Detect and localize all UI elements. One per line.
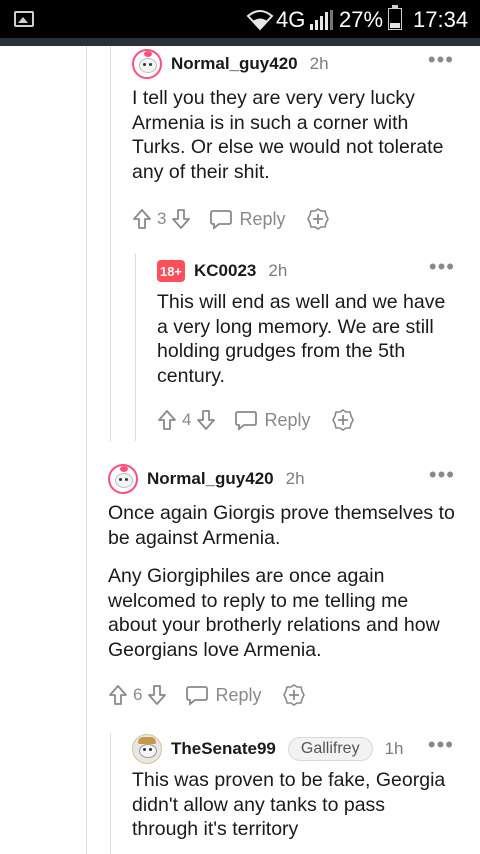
reply-label: Reply (215, 684, 262, 705)
more-options-icon[interactable]: ••• (428, 49, 454, 71)
comment-actions: 4 Reply (157, 405, 455, 435)
toolbar-edge (0, 38, 480, 46)
network-type: 4G (276, 7, 306, 32)
comment: Normal_guy420 2h ••• Once again Giorgis … (108, 463, 455, 710)
comment-body: This was proven to be fake, Georgia didn… (132, 768, 454, 842)
battery-icon (388, 5, 402, 30)
comment-header: Normal_guy420 2h ••• (132, 48, 454, 80)
username[interactable]: Normal_guy420 (147, 469, 274, 489)
user-avatar[interactable] (108, 464, 138, 494)
comment-text: This will end as well and we have a very… (157, 291, 446, 387)
reply-bubble-icon (186, 686, 209, 706)
reply-button[interactable]: Reply (185, 684, 262, 706)
comment: 18+ KC0023 2h ••• This will end as well … (157, 255, 455, 435)
comment-text: Any Giorgiphiles are once again welcomed… (108, 565, 440, 661)
upvote-arrow-icon[interactable] (132, 208, 152, 230)
user-flair: Gallifrey (287, 737, 373, 761)
status-bar: 4G 27% 17:34 (0, 0, 480, 38)
downvote-arrow-icon[interactable] (171, 208, 191, 230)
reply-label: Reply (264, 409, 311, 430)
vote-count: 3 (157, 209, 167, 228)
comment-header: Normal_guy420 2h ••• (108, 463, 455, 495)
thread-line (110, 46, 111, 441)
comment-header: TheSenate99 Gallifrey 1h ••• (132, 733, 454, 765)
comment-time: 2h (309, 54, 329, 73)
comment: Normal_guy420 2h ••• I tell you they are… (132, 48, 454, 234)
comment-header: 18+ KC0023 2h ••• (157, 255, 455, 287)
username[interactable]: Normal_guy420 (171, 54, 298, 74)
comment-actions: 6 Reply (108, 680, 455, 710)
comment-time: 2h (268, 261, 288, 280)
award-plus-icon[interactable] (306, 207, 330, 231)
reply-label: Reply (239, 208, 286, 229)
battery-percent: 27% (339, 7, 384, 32)
gallery-notification-icon (14, 11, 34, 27)
thread-line (86, 46, 87, 854)
thread-line (135, 254, 136, 441)
comment-text: I tell you they are very very lucky Arme… (132, 87, 444, 183)
signal-strength-icon (310, 10, 333, 30)
reply-bubble-icon (210, 210, 233, 230)
more-options-icon[interactable]: ••• (429, 256, 455, 278)
nsfw-18-badge[interactable]: 18+ (157, 260, 185, 282)
comment-text: Once again Giorgis prove themselves to b… (108, 502, 455, 549)
comment: TheSenate99 Gallifrey 1h ••• This was pr… (132, 733, 454, 842)
wifi-icon (246, 10, 274, 31)
comment-actions: 3 Reply (132, 204, 454, 234)
comment-time: 2h (285, 469, 305, 488)
comment-time: 1h (384, 739, 404, 758)
user-avatar[interactable] (132, 734, 162, 764)
downvote-arrow-icon[interactable] (196, 409, 216, 431)
reply-button[interactable]: Reply (209, 208, 286, 230)
comment-body: I tell you they are very very lucky Arme… (132, 86, 454, 184)
more-options-icon[interactable]: ••• (428, 734, 454, 756)
award-plus-icon[interactable] (331, 408, 355, 432)
clock: 17:34 (413, 7, 469, 32)
reply-bubble-icon (235, 411, 258, 431)
user-avatar[interactable] (132, 49, 162, 79)
downvote-arrow-icon[interactable] (147, 684, 167, 706)
username[interactable]: TheSenate99 (171, 739, 276, 759)
vote-count: 4 (182, 410, 192, 429)
award-plus-icon[interactable] (282, 683, 306, 707)
battery-fill (390, 22, 400, 28)
upvote-arrow-icon[interactable] (108, 684, 128, 706)
comment-body: Once again Giorgis prove themselves to b… (108, 501, 455, 662)
comment-body: This will end as well and we have a very… (157, 290, 455, 388)
more-options-icon[interactable]: ••• (429, 464, 455, 486)
reply-button[interactable]: Reply (234, 409, 311, 431)
comment-text: This was proven to be fake, Georgia didn… (132, 769, 446, 840)
username[interactable]: KC0023 (194, 261, 256, 281)
thread-line (110, 733, 111, 854)
vote-count: 6 (133, 685, 143, 704)
upvote-arrow-icon[interactable] (157, 409, 177, 431)
